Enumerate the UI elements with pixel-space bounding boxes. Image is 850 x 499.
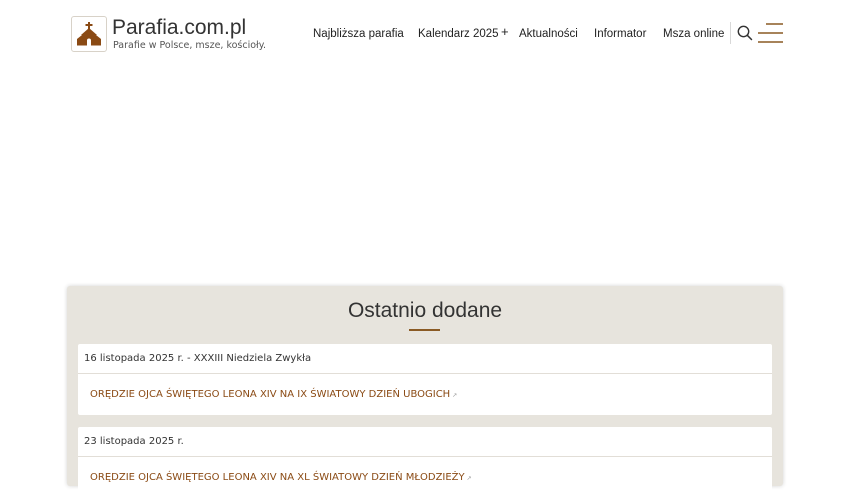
hamburger-menu-icon[interactable] — [758, 22, 784, 44]
nav-expand-plus[interactable]: + — [501, 24, 509, 40]
site-tagline: Parafie w Polsce, msze, kościoły. — [113, 40, 267, 51]
entry-date: 23 listopada 2025 r. — [78, 427, 772, 457]
church-icon — [77, 22, 101, 46]
external-link-icon: ↗ — [466, 475, 472, 482]
nav-item-informator[interactable]: Informator — [594, 26, 646, 42]
nav-item-news[interactable]: Aktualności — [519, 26, 578, 42]
external-link-icon: ↗ — [452, 392, 458, 399]
nav-item-nearest-parish[interactable]: Najbliższa parafia — [313, 26, 404, 42]
heading-underline — [409, 329, 440, 331]
recent-entry-card: 16 listopada 2025 r. - XXXIII Niedziela … — [78, 344, 772, 415]
entry-link[interactable]: ORĘDZIE OJCA ŚWIĘTEGO LEONA XIV NA XL ŚW… — [90, 458, 472, 498]
site-title[interactable]: Parafia.com.pl — [112, 16, 246, 40]
site-logo[interactable] — [71, 16, 107, 52]
nav-divider — [730, 22, 731, 44]
recently-added-heading: Ostatnio dodane — [347, 299, 503, 322]
nav-item-mass-online[interactable]: Msza online — [663, 26, 724, 42]
entry-link-text: ORĘDZIE OJCA ŚWIĘTEGO LEONA XIV NA IX ŚW… — [90, 389, 451, 400]
search-icon[interactable] — [736, 24, 754, 42]
entry-date: 16 listopada 2025 r. - XXXIII Niedziela … — [78, 344, 772, 374]
recent-entry-card: 23 listopada 2025 r. ORĘDZIE OJCA ŚWIĘTE… — [78, 427, 772, 498]
site-header: Parafia.com.pl Parafie w Polsce, msze, k… — [0, 0, 850, 66]
entry-link[interactable]: ORĘDZIE OJCA ŚWIĘTEGO LEONA XIV NA IX ŚW… — [90, 375, 457, 415]
nav-item-calendar[interactable]: Kalendarz 2025 — [418, 26, 499, 42]
